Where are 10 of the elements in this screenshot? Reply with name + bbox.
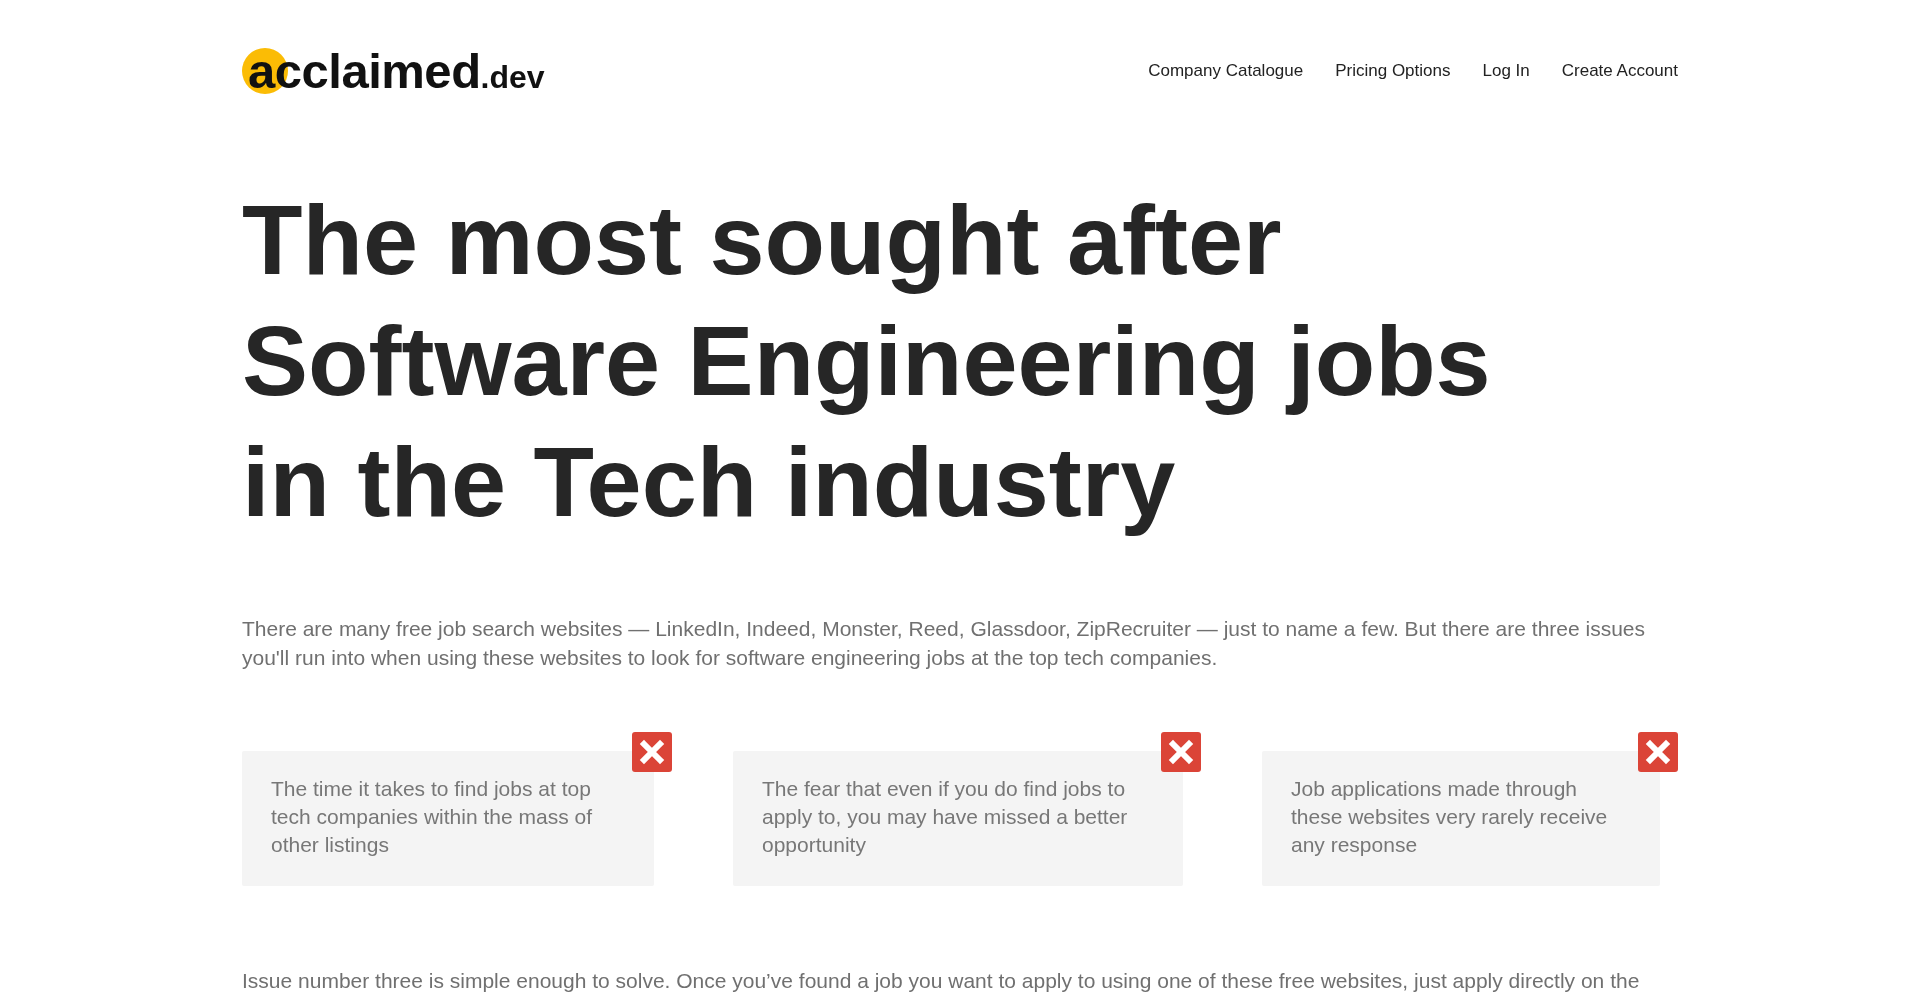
body-paragraph: Issue number three is simple enough to solve. Once you’ve found a job you want to apply to using one of these free websites, just apply directly on the [242,968,1641,993]
issue-text: Job applications made through these websites very rarely receive any response [1291,776,1609,858]
nav-link[interactable]: Pricing Options [1335,58,1451,84]
issue-text: The time it takes to find jobs at top tech companies within the mass of other listings [271,776,593,858]
issue-text: The fear that even if you do find jobs to apply to, you may have missed a better opportunity [762,776,1129,858]
nav-link[interactable]: Log In [1482,58,1530,84]
hero-heading: The most sought after Software Engineering jobs in the Tech industry [242,183,1492,539]
intro-paragraph: There are many free job search websites — LinkedIn, Indeed, Monster, Reed, Glassdoor, ZipRecruiter — just to name a few. But there are three issues you'll run into when using these websites to look for software engineering jobs at the top tech companies. [242,616,1647,671]
nav-link[interactable]: Create Account [1561,58,1678,84]
nav-link[interactable]: Company Catalogue [1148,58,1304,84]
